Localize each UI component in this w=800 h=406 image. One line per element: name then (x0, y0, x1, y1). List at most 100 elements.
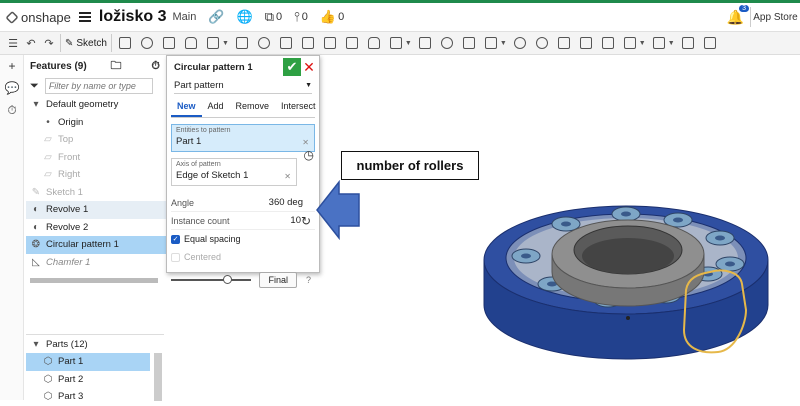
branches-button[interactable]: ⫯ 0 (294, 9, 308, 25)
instance-count-row[interactable]: Instance count 10 ↻ (171, 212, 315, 230)
tree-item-revolve-2[interactable]: ◐ Revolve 2 (26, 219, 166, 237)
equal-spacing-checkbox[interactable]: ✓ Equal spacing (171, 230, 315, 248)
chevron-down-icon[interactable]: ▾ (30, 339, 42, 350)
clear-icon[interactable]: ✕ (302, 138, 309, 147)
revolve-icon[interactable] (140, 37, 153, 49)
onshape-logo[interactable]: onshape (5, 10, 71, 25)
versions-button[interactable]: ⧉ 0 (265, 9, 282, 25)
parts-list-header[interactable]: ▾ Parts (12) (26, 335, 164, 353)
tab-intersect[interactable]: Intersect (275, 97, 322, 117)
redo-icon[interactable]: ↷ (42, 36, 56, 50)
chevron-down-icon[interactable]: ▼ (668, 40, 675, 47)
fillet-icon[interactable] (235, 37, 248, 49)
angle-value[interactable]: 360 deg (269, 197, 303, 208)
chevron-down-icon[interactable]: ▼ (500, 40, 507, 47)
bearing-3d-model[interactable] (478, 160, 778, 360)
shell-icon[interactable] (323, 37, 336, 49)
rollback-clock-icon[interactable]: ⏱ (151, 60, 160, 73)
extrude-icon[interactable] (118, 37, 131, 49)
thicken-icon[interactable] (206, 37, 219, 49)
link-icon[interactable]: 🔗 (208, 9, 224, 25)
variable-icon[interactable] (557, 37, 570, 49)
part-item[interactable]: ⬡ Part 2 (26, 371, 164, 389)
chevron-down-icon[interactable]: ▼ (639, 40, 646, 47)
transform-icon[interactable] (484, 37, 497, 49)
chevron-down-icon[interactable]: ▼ (405, 40, 412, 47)
draft-icon[interactable] (279, 37, 292, 49)
mate-connector-icon[interactable] (535, 37, 548, 49)
surface-icon[interactable] (681, 37, 694, 49)
part-item[interactable]: ⬡ Part 1 (26, 353, 150, 371)
add-folder-icon[interactable]: 🗀 (111, 57, 122, 76)
feature-list-scrollbar[interactable] (30, 278, 158, 283)
chevron-down-icon[interactable]: ▼ (222, 40, 229, 47)
hole-icon[interactable] (345, 37, 358, 49)
help-icon[interactable]: ? (306, 275, 311, 285)
tree-item-chamfer-1[interactable]: ◺ Chamfer 1 (26, 254, 166, 272)
sketch-button[interactable]: ✎ Sketch (60, 34, 112, 52)
tree-item-front-plane[interactable]: ▱ Front (26, 149, 166, 167)
app-store-button[interactable]: App Store (750, 7, 800, 27)
clear-icon[interactable]: ✕ (284, 172, 291, 181)
rib-icon[interactable] (301, 37, 314, 49)
notifications-bell[interactable]: 🔔 3 (727, 5, 749, 26)
tab-new[interactable]: New (171, 97, 202, 117)
plane-icon[interactable] (513, 37, 526, 49)
like-button[interactable]: 👍 0 (320, 9, 344, 25)
document-title[interactable]: ložisko 3 (99, 8, 167, 26)
insert-icon[interactable]: + (0, 55, 24, 77)
reverse-direction-icon[interactable]: ↻ (301, 214, 311, 228)
mirror-icon[interactable] (418, 37, 431, 49)
curve-icon[interactable] (703, 37, 716, 49)
globe-icon[interactable]: 🌐 (237, 9, 253, 25)
measure-icon[interactable] (579, 37, 592, 49)
chamfer-icon[interactable] (257, 37, 270, 49)
tab-remove[interactable]: Remove (230, 97, 276, 117)
slider-thumb[interactable] (223, 275, 232, 284)
tree-item-revolve-1[interactable]: ◐ Revolve 1 (26, 201, 166, 219)
filter-input[interactable] (44, 78, 153, 94)
clock-icon[interactable]: ◷ (304, 148, 314, 162)
appearance-icon[interactable] (623, 37, 636, 49)
accept-button[interactable]: ✔ (283, 58, 301, 76)
cylinder-icon[interactable] (367, 37, 380, 49)
tree-item-right-plane[interactable]: ▱ Right (26, 166, 166, 184)
tab-add[interactable]: Add (202, 97, 230, 117)
final-button[interactable]: Final (259, 272, 297, 288)
undo-icon[interactable]: ↶ (24, 36, 38, 50)
section-icon[interactable] (601, 37, 614, 49)
branch-name[interactable]: Main (172, 11, 196, 23)
part-item[interactable]: ⬡ Part 3 (26, 388, 164, 406)
tree-item-top-plane[interactable]: ▱ Top (26, 131, 166, 149)
origin-icon: • (46, 116, 50, 128)
sheet-metal-icon[interactable] (652, 37, 665, 49)
chevron-down-icon[interactable]: ▾ (30, 99, 42, 110)
comment-icon[interactable]: 💬 (0, 77, 24, 99)
pattern-icon[interactable] (389, 37, 402, 49)
tree-item-sketch-1[interactable]: ✎ Sketch 1 (26, 184, 166, 202)
plane-icon: ▱ (44, 169, 52, 181)
feature-list-toggle-icon[interactable]: ☰ (6, 36, 20, 50)
instance-count-value[interactable]: 10 (290, 215, 301, 226)
origin-point (626, 316, 630, 320)
entities-to-pattern-field[interactable]: Entities to pattern Part 1 ✕ (171, 124, 315, 152)
cancel-button[interactable]: ✕ (302, 58, 316, 76)
split-icon[interactable] (462, 37, 475, 49)
rollback-slider[interactable] (171, 275, 251, 284)
boolean-icon[interactable] (440, 37, 453, 49)
tree-item-origin[interactable]: • Origin (26, 114, 166, 132)
filter-icon[interactable]: ⏷ (30, 80, 39, 93)
centered-checkbox[interactable]: Centered (171, 248, 315, 266)
parts-list-scrollbar[interactable] (154, 353, 162, 401)
callout-box: number of rollers (341, 151, 479, 180)
sweep-icon[interactable] (162, 37, 175, 49)
tree-item-default-geometry[interactable]: ▾ Default geometry (26, 96, 166, 114)
angle-row[interactable]: Angle 360 deg (171, 194, 315, 212)
chevron-down-icon: ▼ (305, 82, 312, 89)
loft-icon[interactable] (184, 37, 197, 49)
axis-of-pattern-field[interactable]: Axis of pattern Edge of Sketch 1 ✕ (171, 158, 297, 186)
hamburger-menu-icon[interactable] (78, 12, 91, 22)
tree-item-circular-pattern-1[interactable]: ❂ Circular pattern 1 (26, 236, 166, 254)
history-icon[interactable]: ⏱ (0, 99, 24, 121)
pattern-type-select[interactable]: Part pattern ▼ (174, 78, 312, 94)
